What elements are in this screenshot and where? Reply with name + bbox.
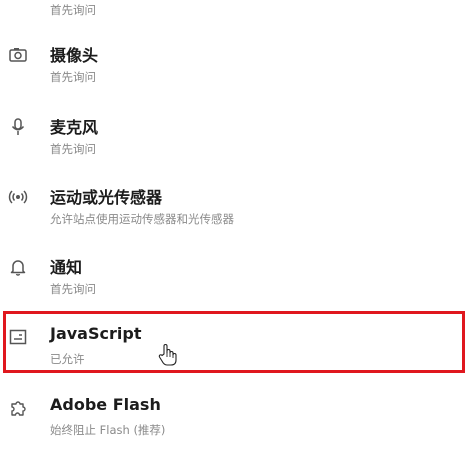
permission-status: 允许站点使用运动传感器和光传感器 xyxy=(50,212,234,226)
microphone-icon xyxy=(8,117,28,137)
hand-cursor-icon xyxy=(158,343,178,367)
permission-status: 始终阻止 Flash (推荐) xyxy=(50,423,166,437)
bell-icon xyxy=(8,257,28,277)
permission-title: 运动或光传感器 xyxy=(50,188,163,207)
permission-title: Adobe Flash xyxy=(50,395,161,414)
permission-status: 首先询问 xyxy=(50,282,96,296)
permission-title: 摄像头 xyxy=(50,46,99,65)
permission-title: 麦克风 xyxy=(50,118,99,137)
permission-status: 首先询问 xyxy=(50,3,96,17)
permission-status: 首先询问 xyxy=(50,70,96,84)
permission-title: JavaScript xyxy=(50,324,142,343)
javascript-icon xyxy=(8,327,28,347)
camera-icon xyxy=(8,45,28,65)
puzzle-icon xyxy=(8,398,28,418)
permission-item-sensors[interactable]: 运动或光传感器 允许站点使用运动传感器和光传感器 xyxy=(0,187,472,257)
permission-status: 已允许 xyxy=(50,352,85,366)
permission-item-camera[interactable]: 摄像头 首先询问 xyxy=(0,45,472,115)
permission-status: 首先询问 xyxy=(50,142,96,156)
permission-title: 通知 xyxy=(50,258,83,277)
permission-item-previous[interactable]: 首先询问 xyxy=(0,0,472,48)
permission-item-javascript[interactable]: JavaScript 已允许 xyxy=(0,324,472,397)
permission-item-microphone[interactable]: 麦克风 首先询问 xyxy=(0,117,472,187)
sensor-icon xyxy=(8,187,28,207)
permission-item-adobe-flash[interactable]: Adobe Flash 始终阻止 Flash (推荐) xyxy=(0,395,472,468)
